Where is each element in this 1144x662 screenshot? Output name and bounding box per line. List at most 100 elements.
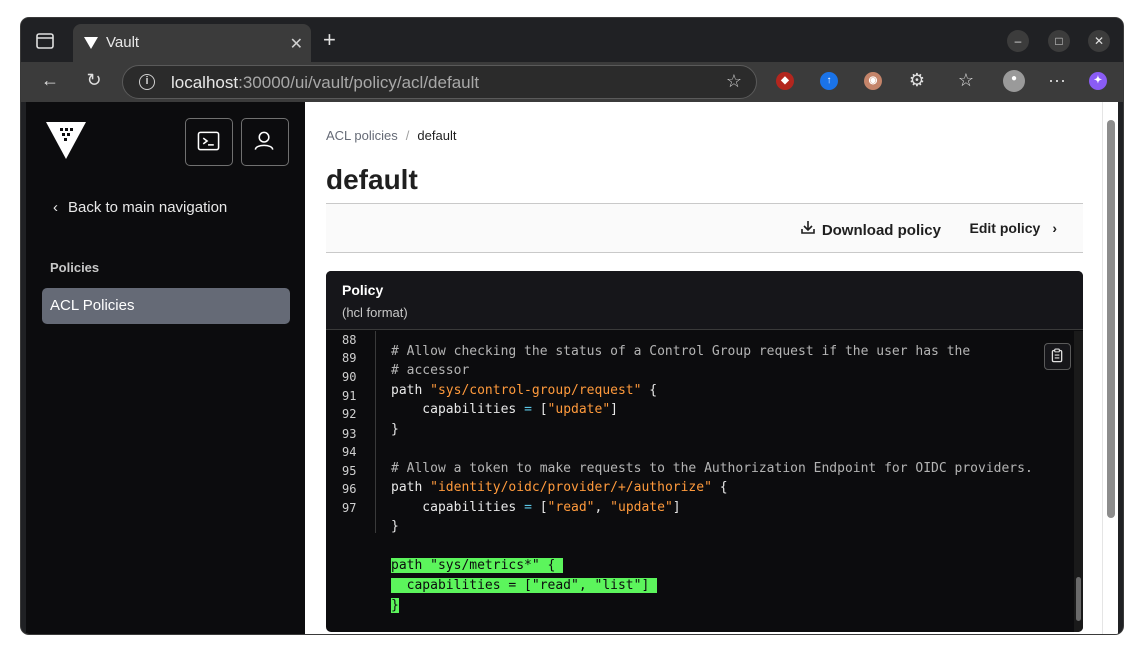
- clipboard-icon: [1051, 348, 1063, 363]
- favorites-icon[interactable]: ☆: [954, 70, 978, 91]
- line-number: 95: [342, 464, 357, 478]
- extension-icon[interactable]: ↑: [820, 72, 838, 90]
- console-button[interactable]: [185, 118, 233, 166]
- code-token: =: [524, 500, 532, 515]
- code-token: {: [711, 480, 728, 495]
- tab-actions-icon[interactable]: [35, 32, 55, 50]
- line-number: 96: [342, 482, 357, 496]
- code-token: ]: [610, 402, 618, 417]
- code-line: path "sys/control-group/request" {: [391, 383, 657, 398]
- highlighted-code-token: path "sys/metrics*" {: [391, 558, 564, 573]
- user-icon: [254, 131, 274, 150]
- line-number: 90: [342, 370, 357, 384]
- code-line: path "sys/metrics*" {: [391, 558, 564, 573]
- page-title: default: [326, 164, 418, 195]
- tab-vault[interactable]: Vault ✕: [73, 24, 311, 62]
- back-to-main-navigation-link[interactable]: ‹ Back to main navigation: [53, 199, 227, 216]
- code-token: ]: [672, 500, 681, 515]
- code-card-title: Policy: [342, 282, 384, 298]
- url-path: :30000/ui/vault/policy/acl/default: [238, 73, 480, 92]
- edit-policy-button[interactable]: Edit policy ›: [970, 220, 1057, 236]
- back-nav-label: Back to main navigation: [68, 199, 228, 216]
- code-line: # Allow a token to make requests to the …: [391, 461, 1033, 476]
- ublock-extension-icon[interactable]: ◆: [776, 72, 794, 90]
- section-label: Policies: [50, 260, 100, 275]
- code-line: }: [391, 598, 399, 613]
- breadcrumb-current: default: [417, 128, 457, 143]
- line-number: 92: [342, 407, 357, 421]
- favorite-star-icon[interactable]: ☆: [726, 71, 742, 92]
- extensions-puzzle-icon[interactable]: ⚙: [905, 70, 929, 91]
- profile-extension-icon[interactable]: ◉: [864, 72, 882, 90]
- code-scrollbar-thumb[interactable]: [1076, 577, 1081, 621]
- download-icon: [801, 221, 815, 234]
- sidebar-item-acl-policies[interactable]: ACL Policies: [42, 288, 290, 324]
- code-line: # accessor: [391, 363, 469, 378]
- code-line: capabilities = ["read", "list"]: [391, 578, 658, 593]
- code-token: # Allow checking the status of a Control…: [391, 344, 971, 359]
- line-number: 88: [342, 333, 357, 347]
- code-token: "sys/control-group/request": [430, 383, 642, 398]
- page-scrollbar[interactable]: [1102, 102, 1118, 634]
- sidebar: ‹ Back to main navigation Policies ACL Po…: [26, 102, 305, 634]
- site-info-icon[interactable]: i: [139, 74, 155, 90]
- code-line: }: [391, 422, 399, 437]
- close-tab-icon[interactable]: ✕: [290, 34, 303, 54]
- back-arrow-icon[interactable]: ←: [38, 70, 62, 91]
- address-bar-row: ← ↻ i localhost:30000/ui/vault/policy/ac…: [21, 62, 1123, 102]
- url-host: localhost: [171, 73, 239, 92]
- code-token: [: [531, 500, 548, 515]
- code-line: capabilities = ["read", "update"]: [391, 500, 681, 515]
- vault-tab-icon: [84, 37, 98, 49]
- url-bar[interactable]: i localhost:30000/ui/vault/policy/acl/de…: [122, 65, 757, 99]
- code-editor[interactable]: 88 89 90 91 92 93 94 95 96 97 # Allow checking th…: [326, 331, 1083, 632]
- gutter-divider: [375, 331, 376, 533]
- page-scrollbar-thumb[interactable]: [1107, 120, 1115, 518]
- code-token: {: [641, 383, 658, 398]
- breadcrumb-parent-link[interactable]: ACL policies: [326, 128, 398, 143]
- tab-bar: Vault ✕ + – □ ✕: [21, 18, 1123, 62]
- line-number: 97: [342, 501, 357, 515]
- minimize-button[interactable]: –: [1007, 30, 1029, 52]
- url-text[interactable]: localhost:30000/ui/vault/policy/acl/defa…: [171, 73, 479, 93]
- code-line: path "identity/oidc/provider/+/authorize…: [391, 480, 728, 495]
- download-policy-button[interactable]: Download policy: [800, 219, 941, 239]
- line-number: 91: [342, 389, 357, 403]
- vault-logo-icon[interactable]: [45, 120, 87, 160]
- code-token: ,: [594, 500, 611, 515]
- toolbar: Download policy Edit policy ›: [326, 203, 1083, 253]
- chevron-left-icon: ‹: [53, 199, 58, 216]
- code-token: "read": [547, 500, 595, 515]
- new-tab-button[interactable]: +: [323, 29, 336, 51]
- code-token: # Allow a token to make requests to the …: [391, 461, 1033, 476]
- code-token: path: [391, 480, 431, 495]
- download-policy-label: Download policy: [821, 222, 941, 239]
- vault-app: ‹ Back to main navigation Policies ACL Po…: [26, 102, 1118, 634]
- code-scrollbar[interactable]: [1074, 331, 1083, 632]
- breadcrumb: ACL policies / default: [326, 128, 456, 143]
- code-card-header: Policy (hcl format): [326, 271, 1083, 330]
- code-token: "update": [547, 402, 611, 417]
- profile-avatar-icon[interactable]: ●: [1003, 70, 1025, 92]
- copy-button[interactable]: [1044, 343, 1071, 370]
- code-token: path: [391, 383, 431, 398]
- code-token: "identity/oidc/provider/+/authorize": [430, 480, 712, 495]
- code-token: =: [524, 402, 532, 417]
- user-menu-button[interactable]: [241, 118, 289, 166]
- code-token: [: [531, 402, 548, 417]
- window-close-button[interactable]: ✕: [1088, 30, 1110, 52]
- code-token: # accessor: [391, 363, 470, 378]
- code-token: capabilities: [391, 500, 525, 515]
- chevron-right-icon: ›: [1052, 220, 1057, 236]
- code-token: }: [391, 422, 399, 437]
- browser-window: Vault ✕ + – □ ✕ ← ↻ i localhost:30000/ui…: [21, 18, 1123, 634]
- line-number: 93: [342, 427, 357, 441]
- breadcrumb-separator: /: [405, 128, 410, 143]
- more-menu-icon[interactable]: ···: [1045, 70, 1069, 91]
- reload-icon[interactable]: ↻: [82, 70, 106, 91]
- maximize-button[interactable]: □: [1048, 30, 1070, 52]
- policy-code-card: Policy (hcl format) 88 89 90 91 92 93 94 95 96 97…: [326, 271, 1083, 632]
- code-card-subtitle: (hcl format): [342, 305, 408, 320]
- copilot-icon[interactable]: ✦: [1089, 72, 1107, 90]
- code-token: }: [391, 519, 399, 534]
